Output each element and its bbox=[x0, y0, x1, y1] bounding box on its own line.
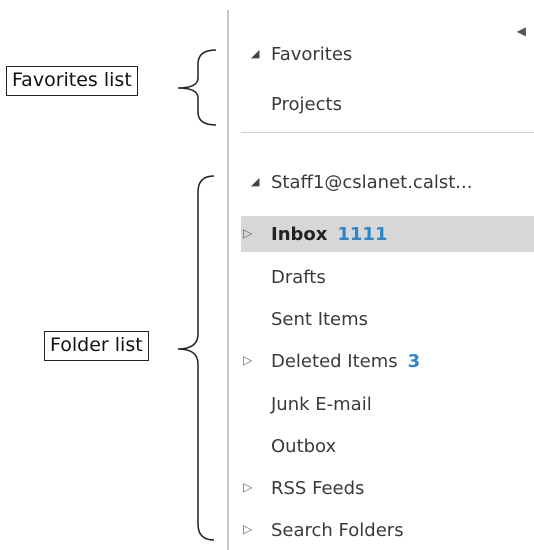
unread-count: 1111 bbox=[337, 223, 388, 245]
favorites-brace bbox=[177, 49, 217, 126]
folder-label: Deleted Items bbox=[271, 350, 398, 372]
folder-sent-items[interactable]: Sent Items bbox=[241, 301, 534, 337]
account-header[interactable]: ◢ Staff1@cslanet.calst... bbox=[241, 164, 534, 200]
account-header-label: Staff1@cslanet.calst... bbox=[271, 171, 473, 193]
folder-label: Drafts bbox=[271, 266, 326, 288]
favorite-item-projects[interactable]: Projects bbox=[241, 86, 534, 122]
folder-label: Outbox bbox=[271, 435, 337, 457]
folder-label: Search Folders bbox=[271, 519, 404, 541]
folder-inbox[interactable]: ▷ Inbox 1111 bbox=[241, 216, 534, 252]
folder-deleted-items[interactable]: ▷ Deleted Items 3 bbox=[241, 343, 534, 379]
folder-rss-feeds[interactable]: ▷ RSS Feeds bbox=[241, 470, 534, 506]
navigation-pane: ◀ ◢ Favorites Projects ◢ Staff1@cslanet.… bbox=[227, 10, 534, 550]
folder-junk-email[interactable]: Junk E-mail bbox=[241, 386, 534, 422]
folder-label: Junk E-mail bbox=[271, 393, 372, 415]
unread-count: 3 bbox=[407, 350, 421, 372]
folder-drafts[interactable]: Drafts bbox=[241, 259, 534, 295]
folder-label: RSS Feeds bbox=[271, 477, 365, 499]
folder-search-folders[interactable]: ▷ Search Folders bbox=[241, 512, 534, 548]
favorite-item-label: Projects bbox=[271, 93, 342, 115]
favorites-header[interactable]: ◢ Favorites bbox=[241, 36, 534, 72]
favorites-header-label: Favorites bbox=[271, 43, 353, 65]
folder-outbox[interactable]: Outbox bbox=[241, 428, 534, 464]
folder-brace bbox=[177, 175, 215, 541]
folder-label: Sent Items bbox=[271, 308, 369, 330]
callout-braces bbox=[177, 49, 217, 541]
folder-label: Inbox bbox=[271, 223, 328, 245]
section-divider bbox=[241, 132, 534, 133]
